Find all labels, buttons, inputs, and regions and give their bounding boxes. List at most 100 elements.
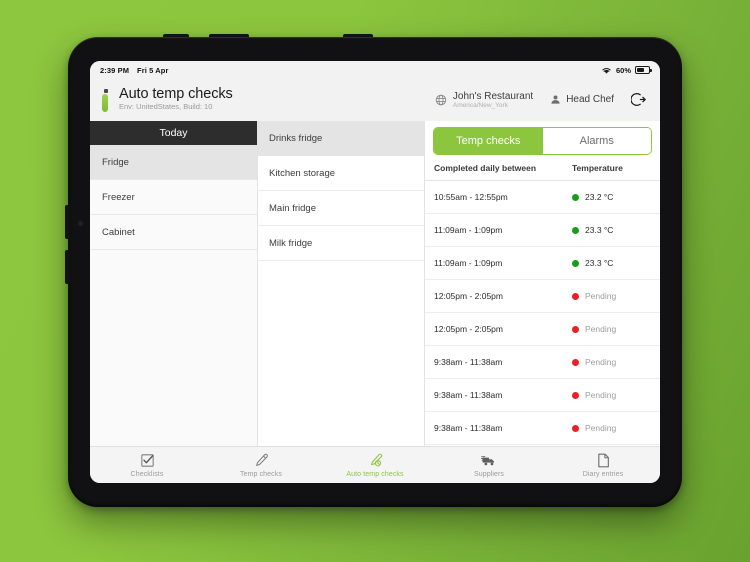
list-item-milk-fridge[interactable]: Milk fridge xyxy=(258,226,424,261)
nav-item-temp-checks[interactable]: Temp checks xyxy=(204,453,318,478)
brand-block: Auto temp checks Env: UnitedStates, Buil… xyxy=(101,86,233,113)
page-title: Auto temp checks xyxy=(119,86,233,102)
cell-time: 10:55am - 12:55pm xyxy=(434,192,508,202)
cell-time: 9:38am - 11:38am xyxy=(434,423,503,433)
status-bar-date: Fri 5 Apr xyxy=(137,65,169,75)
sidebar-item-cabinet[interactable]: Cabinet xyxy=(90,215,257,250)
table-row[interactable]: 9:38am - 11:38am Pending xyxy=(425,379,660,412)
unit-label: Kitchen storage xyxy=(269,167,336,179)
table-header-row: Completed daily between Temperature xyxy=(425,155,660,181)
note-icon xyxy=(597,453,610,469)
nav-item-auto-temp-checks[interactable]: Auto temp checks xyxy=(318,453,432,478)
status-badge: Pending xyxy=(585,390,617,400)
cell-time: 12:05pm - 2:05pm xyxy=(434,291,503,301)
tab-alarms[interactable]: Alarms xyxy=(542,128,651,154)
cell-temperature: Pending xyxy=(572,423,660,433)
status-badge: 23.2 °C xyxy=(585,192,614,202)
nav-label: Suppliers xyxy=(473,470,505,478)
status-bar-left: 2:39 PM Fri 5 Apr xyxy=(100,66,169,75)
status-dot-pending-icon xyxy=(572,391,579,399)
list-item-drinks-fridge[interactable]: Drinks fridge xyxy=(258,121,424,156)
table-body: 10:55am - 12:55pm 23.2 °C 11:09am - 1:09pm… xyxy=(425,181,660,446)
cell-temperature: 23.3 °C xyxy=(572,225,660,235)
group-label: Cabinet xyxy=(102,226,135,238)
nav-item-suppliers[interactable]: Suppliers xyxy=(432,453,546,478)
device-top-button-1[interactable] xyxy=(163,34,189,39)
app-header: Auto temp checks Env: UnitedStates, Buil… xyxy=(90,79,660,121)
device-volume-down-button[interactable] xyxy=(65,250,70,284)
status-dot-pending-icon xyxy=(572,358,579,366)
table-row[interactable]: 9:38am - 11:38am Pending xyxy=(425,346,660,379)
tablet-device-frame: 2:39 PM Fri 5 Apr 60% Auto temp checks E… xyxy=(65,34,682,507)
status-badge: Pending xyxy=(585,357,617,367)
groups-list: Fridge Freezer Cabinet xyxy=(90,145,257,446)
user-role-block[interactable]: Head Chef xyxy=(550,94,614,105)
list-item-kitchen-storage[interactable]: Kitchen storage xyxy=(258,156,424,191)
tab-label: Alarms xyxy=(579,135,614,147)
screenshot-stage: 2:39 PM Fri 5 Apr 60% Auto temp checks E… xyxy=(0,0,750,562)
status-bar-time: 2:39 PM xyxy=(100,65,130,75)
status-dot-ok-icon xyxy=(572,193,579,201)
wifi-icon xyxy=(601,66,612,75)
truck-icon xyxy=(481,453,497,469)
status-badge: Pending xyxy=(585,324,617,334)
thermometer-pen-icon xyxy=(254,453,269,469)
column-header-time: Completed daily between xyxy=(434,162,537,173)
cell-temperature: 23.2 °C xyxy=(572,192,660,202)
status-bar: 2:39 PM Fri 5 Apr 60% xyxy=(90,61,660,79)
table-row[interactable]: 12:05pm - 2:05pm Pending xyxy=(425,313,660,346)
tab-label: Temp checks xyxy=(456,135,521,147)
battery-percent-label: 60% xyxy=(615,65,631,75)
detail-tabs: Temp checks Alarms xyxy=(433,127,652,155)
cell-temperature: Pending xyxy=(572,291,660,301)
status-dot-pending-icon xyxy=(572,292,579,300)
table-row[interactable]: 12:05pm - 2:05pm Pending xyxy=(425,280,660,313)
table-row[interactable]: 11:09am - 1:09pm 23.3 °C xyxy=(425,214,660,247)
detail-panel: Temp checks Alarms Completed daily betwe… xyxy=(425,121,660,446)
front-camera-icon xyxy=(77,220,84,227)
status-bar-right: 60% xyxy=(601,65,652,75)
table-row[interactable]: 9:38am - 11:38am Pending xyxy=(425,412,660,445)
cell-time: 11:09am - 1:09pm xyxy=(434,225,503,235)
site-selector[interactable]: John's Restaurant America/New_York xyxy=(435,91,533,110)
nav-item-checklists[interactable]: Checklists xyxy=(90,453,204,478)
cell-temperature: Pending xyxy=(572,357,660,367)
nav-label: Auto temp checks xyxy=(346,470,404,478)
column-header-temperature: Temperature xyxy=(572,162,623,173)
checklist-icon xyxy=(140,453,155,469)
brand-text: Auto temp checks Env: UnitedStates, Buil… xyxy=(119,86,233,111)
user-role-label: Head Chef xyxy=(566,94,614,106)
unit-label: Milk fridge xyxy=(269,237,313,249)
app-logo-i-icon xyxy=(101,89,112,113)
sidebar-item-fridge[interactable]: Fridge xyxy=(90,145,257,180)
nav-item-diary-entries[interactable]: Diary entries xyxy=(546,453,660,478)
device-top-button-3[interactable] xyxy=(343,34,373,39)
tab-temp-checks[interactable]: Temp checks xyxy=(434,128,543,154)
device-volume-up-button[interactable] xyxy=(65,205,70,239)
table-row[interactable]: 11:09am - 1:09pm 23.3 °C xyxy=(425,247,660,280)
device-top-button-2[interactable] xyxy=(209,34,249,39)
logout-icon[interactable] xyxy=(631,92,646,107)
globe-icon xyxy=(435,94,447,106)
cell-temperature: 23.3 °C xyxy=(572,258,660,268)
groups-column: Today Fridge Freezer Cabinet xyxy=(90,121,258,446)
list-item-main-fridge[interactable]: Main fridge xyxy=(258,191,424,226)
status-badge: Pending xyxy=(585,291,617,301)
auto-temp-icon xyxy=(368,453,383,469)
cell-time: 9:38am - 11:38am xyxy=(434,390,503,400)
site-name: John's Restaurant xyxy=(452,90,534,102)
cell-temperature: Pending xyxy=(572,390,660,400)
status-badge: Pending xyxy=(585,423,617,433)
battery-icon xyxy=(635,66,652,74)
sidebar-item-freezer[interactable]: Freezer xyxy=(90,180,257,215)
units-column: Drinks fridge Kitchen storage Main fridg… xyxy=(258,121,425,446)
tablet-screen: 2:39 PM Fri 5 Apr 60% Auto temp checks E… xyxy=(90,61,660,483)
app-header-right: John's Restaurant America/New_York Head … xyxy=(435,91,646,110)
status-badge: 23.3 °C xyxy=(585,225,614,235)
status-dot-pending-icon xyxy=(572,424,579,432)
unit-label: Drinks fridge xyxy=(269,132,323,144)
table-row[interactable]: 10:55am - 12:55pm 23.2 °C xyxy=(425,181,660,214)
group-label: Fridge xyxy=(102,156,129,168)
units-list-empty-space xyxy=(258,261,424,446)
site-text: John's Restaurant America/New_York xyxy=(453,91,533,110)
